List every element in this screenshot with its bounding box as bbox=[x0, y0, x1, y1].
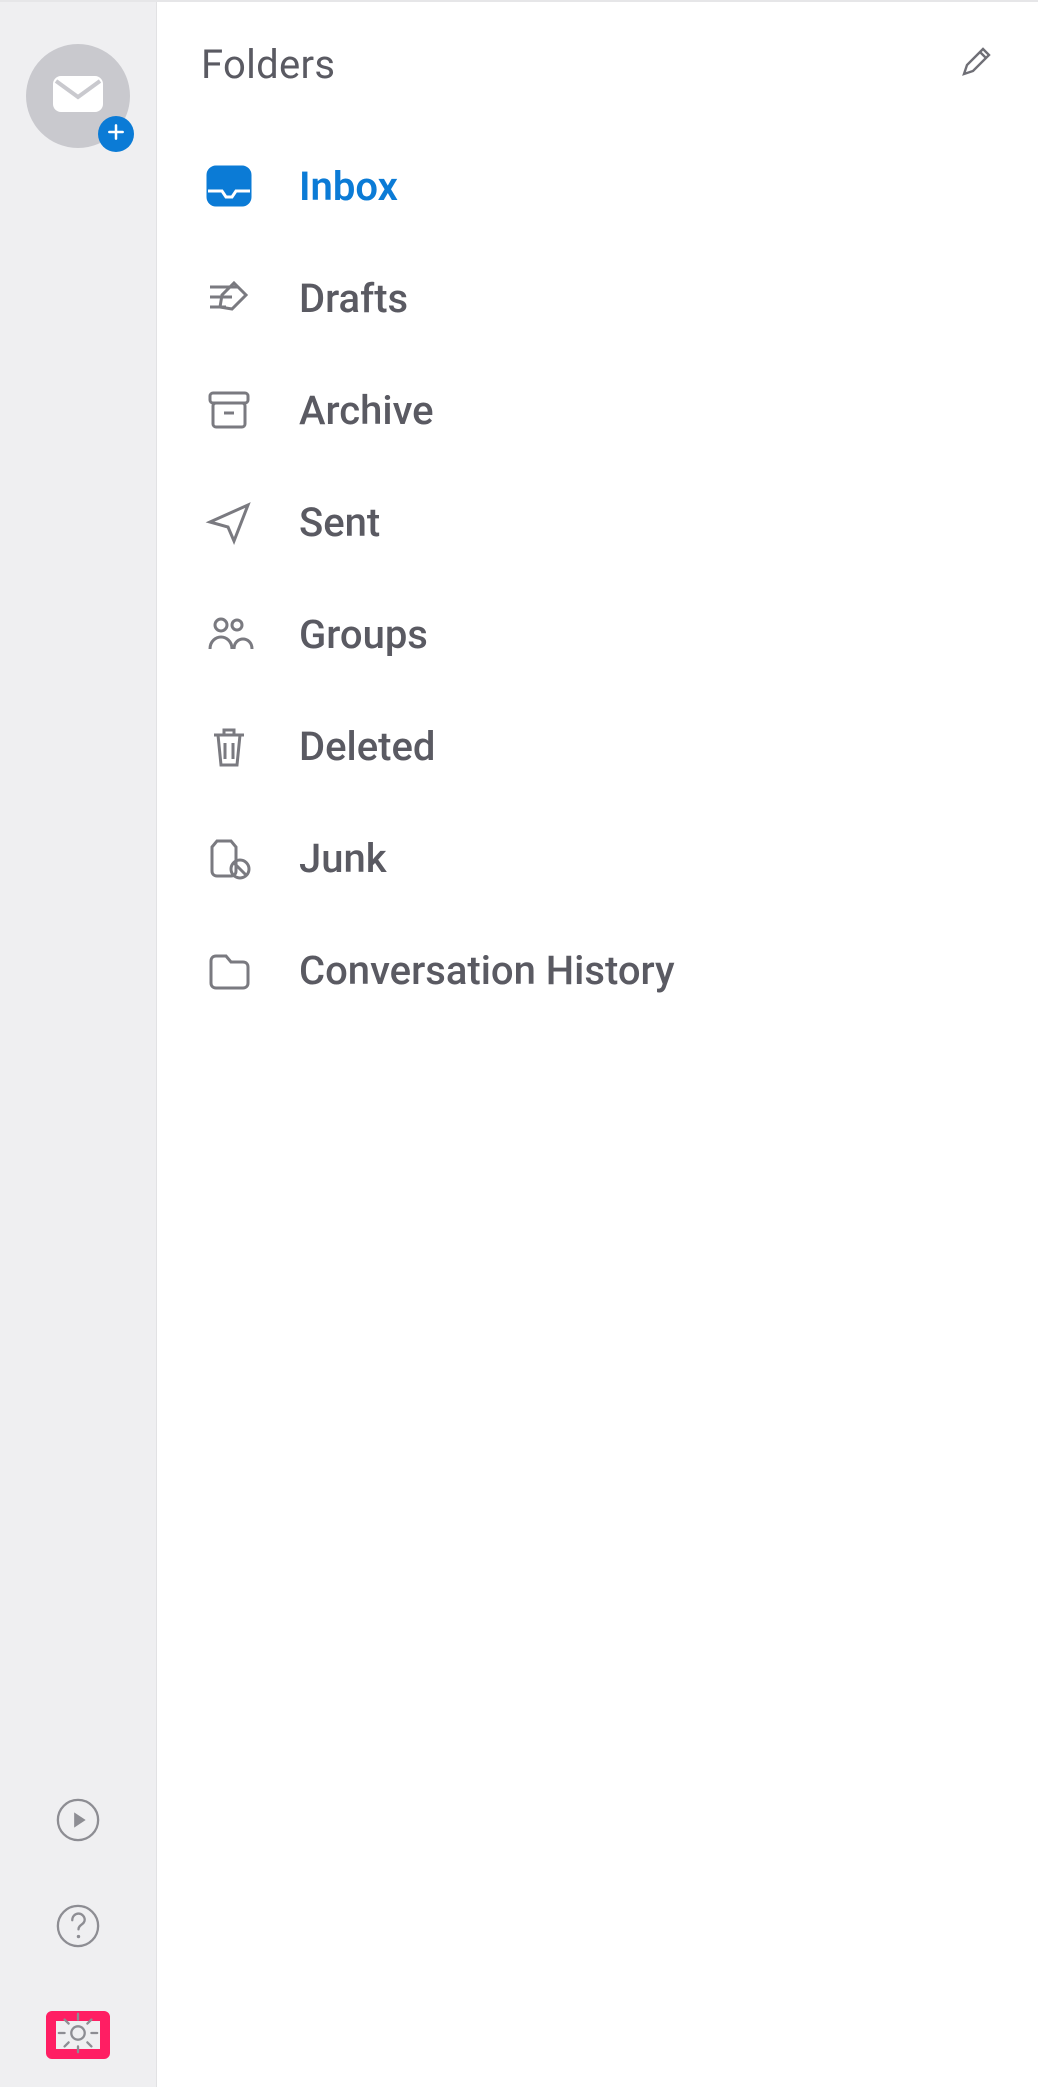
folder-label: Groups bbox=[299, 611, 428, 658]
folder-item-junk[interactable]: Junk bbox=[157, 802, 1038, 914]
inbox-icon bbox=[201, 158, 257, 214]
send-icon bbox=[201, 494, 257, 550]
junk-icon bbox=[201, 830, 257, 886]
folder-icon bbox=[201, 942, 257, 998]
panel-title: Folders bbox=[201, 41, 335, 88]
folder-label: Inbox bbox=[299, 163, 398, 210]
panel-header: Folders bbox=[157, 28, 1038, 100]
folder-label: Archive bbox=[299, 387, 434, 434]
folder-label: Conversation History bbox=[299, 947, 675, 994]
groups-icon bbox=[201, 606, 257, 662]
gear-icon bbox=[55, 2010, 101, 2060]
add-account-badge[interactable] bbox=[98, 116, 134, 152]
folder-label: Sent bbox=[299, 499, 380, 546]
edit-folders-button[interactable] bbox=[954, 42, 998, 86]
folder-item-archive[interactable]: Archive bbox=[157, 354, 1038, 466]
archive-icon bbox=[201, 382, 257, 438]
folder-item-drafts[interactable]: Drafts bbox=[157, 242, 1038, 354]
mail-icon bbox=[52, 75, 104, 117]
tour-button[interactable] bbox=[55, 1799, 101, 1845]
settings-button[interactable] bbox=[46, 2011, 110, 2059]
folder-item-conversation-history[interactable]: Conversation History bbox=[157, 914, 1038, 1026]
folder-label: Junk bbox=[299, 835, 387, 882]
folders-panel: Folders Inbox Drafts bbox=[156, 2, 1038, 2087]
app-root: Folders Inbox Drafts bbox=[0, 0, 1038, 2087]
folder-list: Inbox Drafts Archive Sent bbox=[157, 100, 1038, 1026]
draft-icon bbox=[201, 270, 257, 326]
folder-item-inbox[interactable]: Inbox bbox=[157, 130, 1038, 242]
trash-icon bbox=[201, 718, 257, 774]
folder-item-groups[interactable]: Groups bbox=[157, 578, 1038, 690]
pencil-icon bbox=[958, 44, 994, 84]
compose-avatar[interactable] bbox=[26, 44, 130, 148]
folder-label: Drafts bbox=[299, 275, 408, 322]
help-button[interactable] bbox=[55, 1905, 101, 1951]
folder-item-sent[interactable]: Sent bbox=[157, 466, 1038, 578]
folder-label: Deleted bbox=[299, 723, 435, 770]
folder-item-deleted[interactable]: Deleted bbox=[157, 690, 1038, 802]
plus-icon bbox=[106, 122, 126, 146]
nav-rail bbox=[0, 2, 156, 2087]
question-circle-icon bbox=[55, 1903, 101, 1953]
play-circle-icon bbox=[55, 1797, 101, 1847]
rail-bottom-group bbox=[0, 1799, 156, 2059]
